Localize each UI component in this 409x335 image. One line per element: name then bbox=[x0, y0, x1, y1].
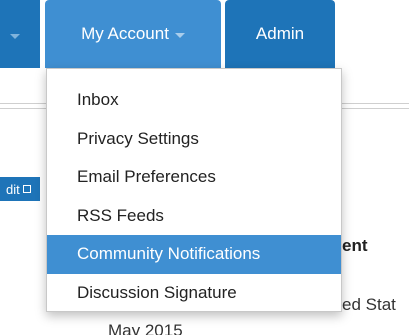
menu-item-label: RSS Feeds bbox=[77, 205, 164, 225]
menu-item-label: Discussion Signature bbox=[77, 282, 237, 302]
chevron-down-icon bbox=[174, 32, 185, 38]
menu-item-privacy-settings[interactable]: Privacy Settings bbox=[47, 120, 341, 159]
edit-label: dit bbox=[6, 181, 20, 197]
nav-tab-label: My Account bbox=[81, 24, 169, 43]
my-account-dropdown-menu: Inbox Privacy Settings Email Preferences… bbox=[46, 68, 342, 312]
chevron-down-icon bbox=[10, 34, 20, 39]
location-text: ed Stat bbox=[342, 295, 396, 314]
edit-icon bbox=[22, 185, 31, 193]
section-heading: ent bbox=[342, 236, 368, 255]
menu-item-label: Community Notifications bbox=[77, 244, 261, 264]
menu-item-rss-feeds[interactable]: RSS Feeds bbox=[47, 197, 341, 236]
nav-tab-label: Admin bbox=[255, 24, 305, 43]
menu-item-discussion-signature[interactable]: Discussion Signature bbox=[47, 274, 341, 313]
edit-button[interactable]: dit bbox=[0, 177, 40, 201]
menu-item-community-notifications[interactable]: Community Notifications bbox=[47, 235, 341, 274]
nav-tab-my-account[interactable]: My Account bbox=[45, 0, 221, 68]
menu-item-label: Inbox bbox=[77, 90, 119, 110]
menu-item-label: Email Preferences bbox=[77, 167, 216, 187]
menu-item-label: Privacy Settings bbox=[77, 128, 199, 148]
menu-item-email-preferences[interactable]: Email Preferences bbox=[47, 158, 341, 197]
date-text: May 2015 bbox=[108, 321, 183, 335]
nav-tab-admin[interactable]: Admin bbox=[225, 0, 335, 68]
nav-tab-previous[interactable] bbox=[0, 0, 40, 68]
page: My Account Admin dit ent ed Stat May 201… bbox=[0, 0, 409, 335]
menu-item-inbox[interactable]: Inbox bbox=[47, 81, 341, 120]
